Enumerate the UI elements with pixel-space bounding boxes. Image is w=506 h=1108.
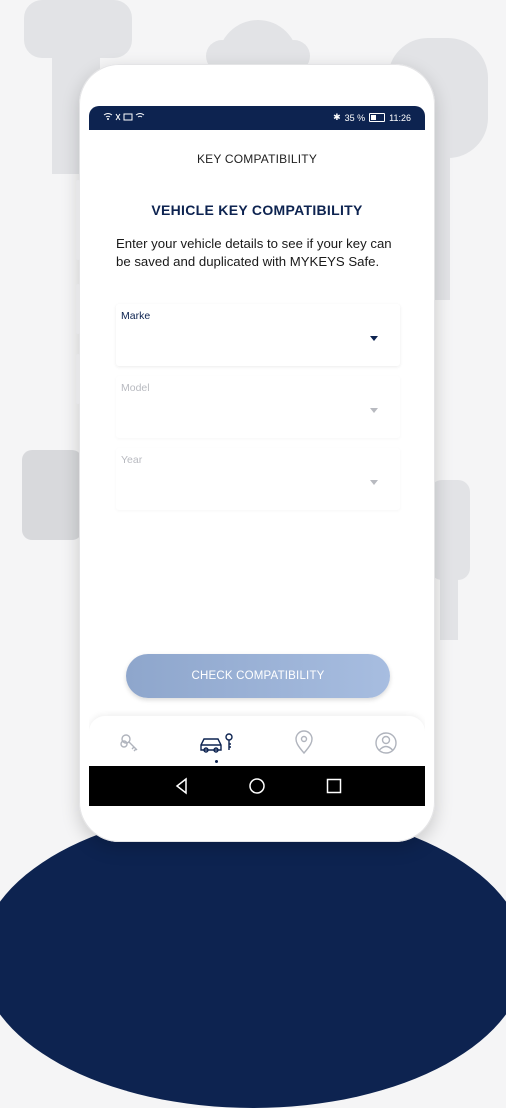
- back-icon[interactable]: [173, 777, 191, 795]
- clock: 11:26: [389, 112, 411, 123]
- home-icon[interactable]: [248, 777, 266, 795]
- phone-side-button: [76, 354, 80, 404]
- app-screen: ✱ 35 % 11:26 KEY COMPATIBILITY VEHICLE K…: [89, 106, 425, 806]
- phone-side-button: [76, 284, 80, 334]
- description-text: Enter your vehicle details to see if you…: [116, 236, 392, 269]
- year-select[interactable]: Year: [116, 448, 400, 510]
- dropdown-arrow-icon: [370, 408, 378, 413]
- network-icons: [103, 113, 145, 121]
- phone-side-button: [76, 180, 80, 260]
- location-key-icon[interactable]: [291, 730, 317, 756]
- keys-icon[interactable]: [117, 730, 143, 756]
- page-title: KEY COMPATIBILITY: [196, 152, 318, 166]
- bluetooth-icon: ✱: [333, 112, 341, 122]
- active-indicator: [215, 760, 218, 763]
- status-icons-right: ✱ 35 % 11:26: [333, 112, 411, 123]
- profile-icon[interactable]: [373, 730, 399, 756]
- year-label: Year: [121, 454, 143, 466]
- battery-icon: [369, 113, 386, 122]
- status-bar: ✱ 35 % 11:26: [89, 106, 425, 130]
- make-label: Marke: [121, 310, 151, 322]
- dropdown-arrow-icon: [370, 336, 378, 341]
- model-label: Model: [121, 382, 150, 394]
- section-heading: VEHICLE KEY COMPATIBILITY: [151, 202, 363, 218]
- model-select[interactable]: Model: [116, 376, 400, 438]
- bottom-navigation: [89, 716, 425, 770]
- status-icons-left: [103, 112, 151, 124]
- check-compatibility-button[interactable]: CHECK COMPATIBILITY: [126, 654, 390, 698]
- system-navigation-bar: [89, 766, 425, 806]
- make-select[interactable]: Marke: [116, 304, 400, 366]
- background-circle: [0, 808, 506, 1108]
- car-key-icon[interactable]: [197, 730, 237, 756]
- recents-icon[interactable]: [325, 777, 343, 795]
- battery-percent: 35 %: [344, 112, 366, 123]
- dropdown-arrow-icon: [370, 480, 378, 485]
- phone-frame: ✱ 35 % 11:26 KEY COMPATIBILITY VEHICLE K…: [76, 64, 435, 842]
